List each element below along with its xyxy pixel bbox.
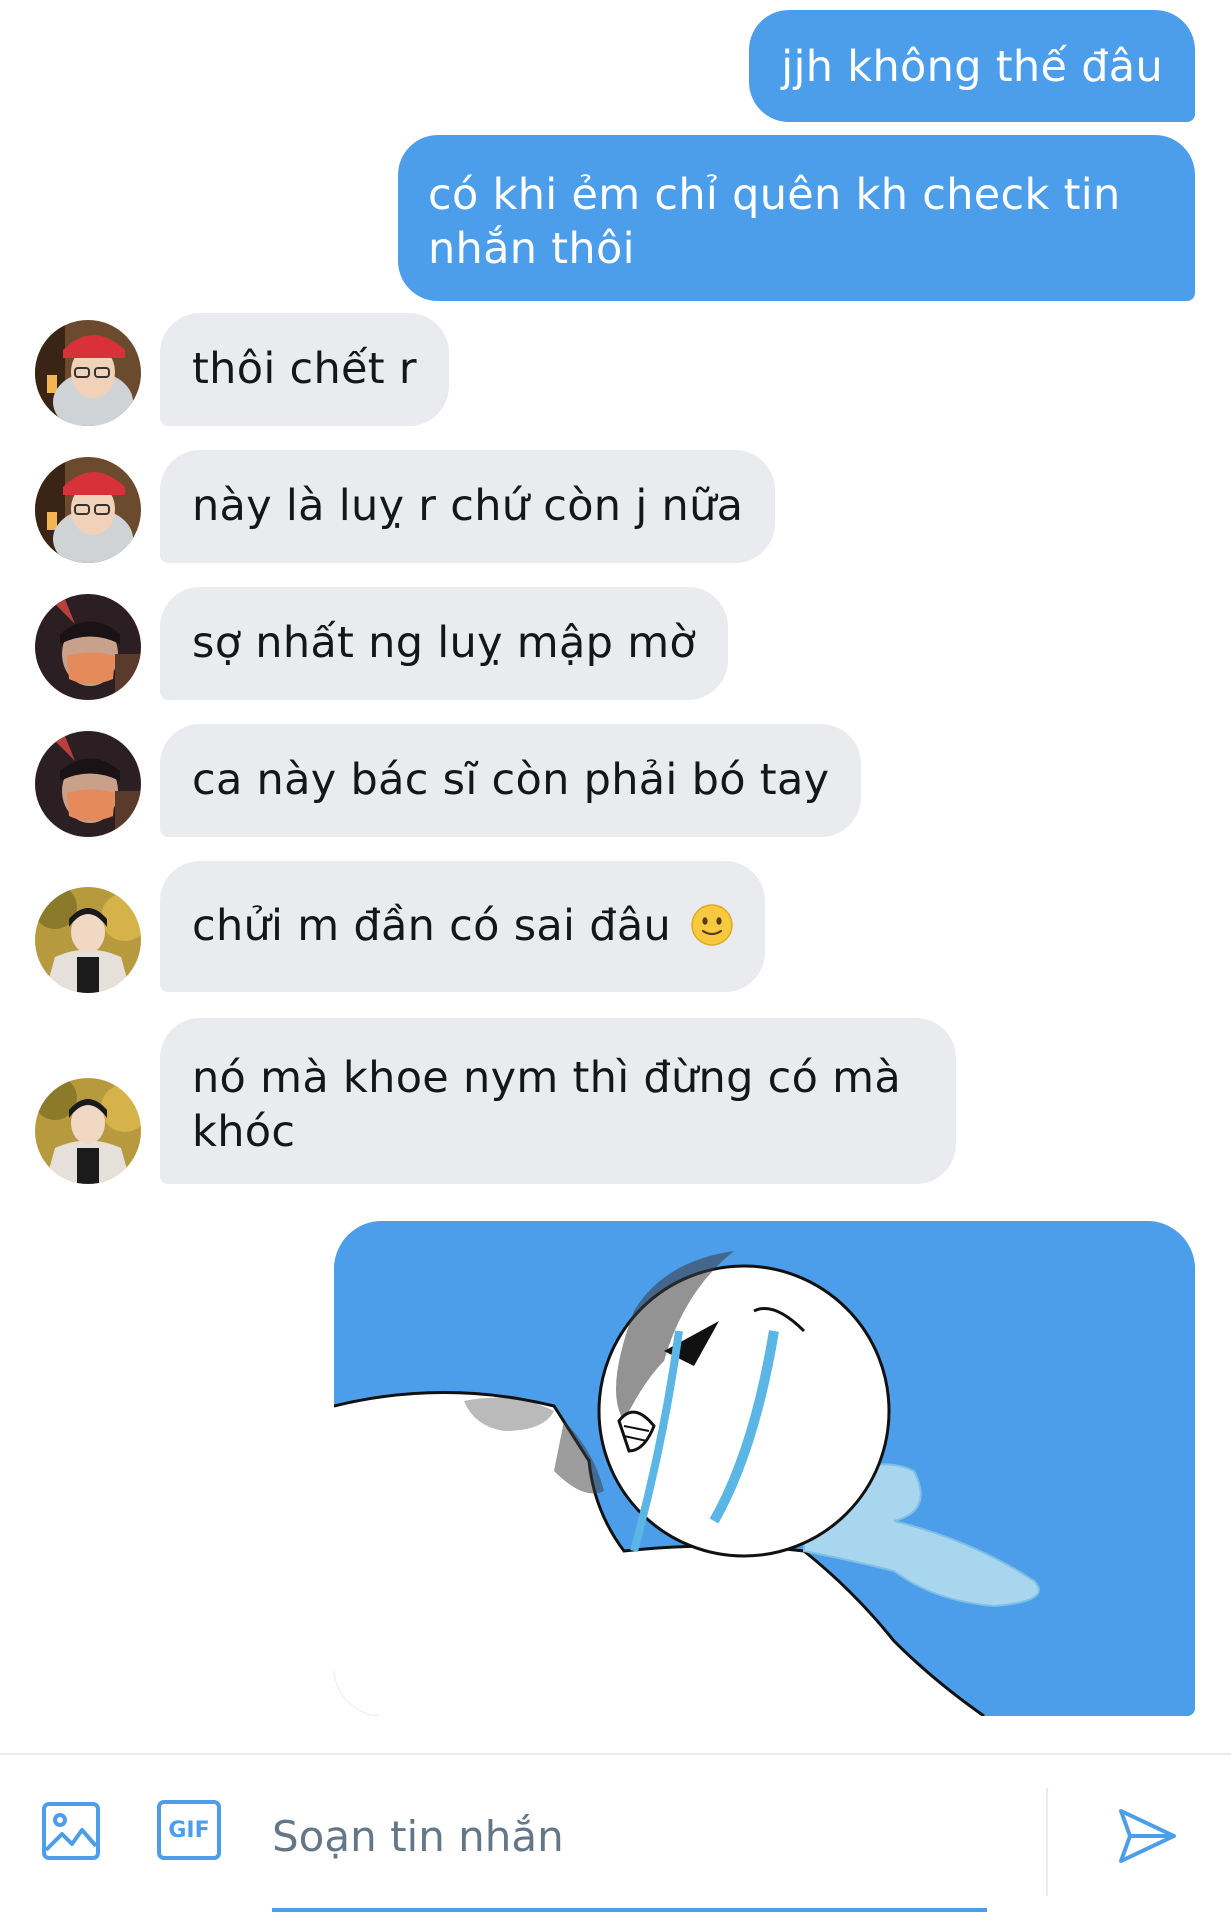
avatar-mask[interactable] [35, 594, 141, 700]
gif-label: GIF [168, 1817, 210, 1843]
message-text: nó mà khoe nym thì đừng có mà khóc [192, 1053, 902, 1157]
composer-divider [1046, 1788, 1048, 1896]
slightly-smiling-face-icon [691, 904, 733, 946]
avatar-mask[interactable] [35, 731, 141, 837]
avatar-jacket[interactable] [35, 1078, 141, 1184]
message-incoming[interactable]: này là luỵ r chứ còn j nữa [160, 450, 776, 563]
message-composer: GIF [0, 1753, 1231, 1920]
message-text: ca này bác sĩ còn phải bó tay [192, 755, 830, 805]
avatar-jacket[interactable] [35, 887, 141, 993]
dm-conversation: jjh không thế đâu có khi ẻm chỉ quên kh … [0, 0, 1231, 1920]
message-incoming[interactable]: sợ nhất ng luỵ mập mờ [160, 587, 728, 700]
message-incoming[interactable]: chửi m đần có sai đâu [160, 861, 766, 992]
message-text: chửi m đần có sai đâu [192, 901, 672, 951]
message-outgoing-image[interactable] [334, 1221, 1195, 1716]
message-incoming[interactable]: thôi chết r [160, 313, 449, 426]
image-icon[interactable] [40, 1800, 102, 1862]
message-text: jjh không thế đâu [781, 42, 1163, 92]
message-text: thôi chết r [192, 344, 417, 394]
message-outgoing[interactable]: jjh không thế đâu [749, 10, 1195, 122]
send-icon[interactable] [1116, 1805, 1178, 1867]
message-text: sợ nhất ng luỵ mập mờ [192, 618, 696, 668]
input-underline [272, 1908, 987, 1912]
message-outgoing[interactable]: có khi ẻm chỉ quên kh check tin nhắn thô… [398, 135, 1195, 301]
message-text: này là luỵ r chứ còn j nữa [192, 481, 744, 531]
message-text: có khi ẻm chỉ quên kh check tin nhắn thô… [428, 170, 1121, 274]
message-incoming[interactable]: ca này bác sĩ còn phải bó tay [160, 724, 862, 837]
gif-icon[interactable]: GIF [157, 1800, 221, 1860]
avatar-red-cap[interactable] [35, 320, 141, 426]
crying-meme-sticker [334, 1221, 1195, 1716]
avatar-red-cap[interactable] [35, 457, 141, 563]
message-incoming[interactable]: nó mà khoe nym thì đừng có mà khóc [160, 1018, 956, 1184]
message-input[interactable] [272, 1799, 992, 1873]
